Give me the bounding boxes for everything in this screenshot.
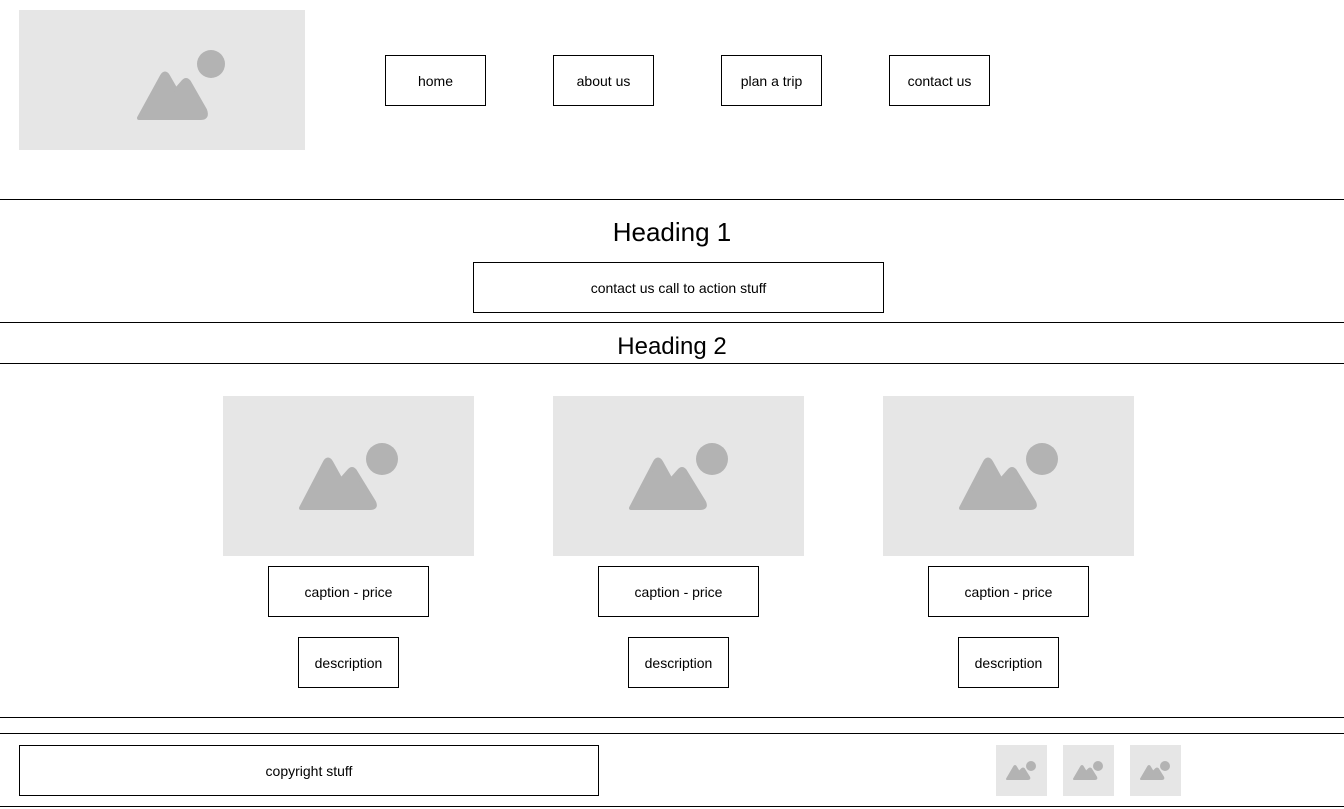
social-link-image[interactable]	[996, 745, 1047, 796]
product-image	[553, 396, 804, 556]
nav-home-button[interactable]: home	[385, 55, 486, 106]
image-placeholder-icon	[1006, 761, 1036, 780]
product-description: description	[628, 637, 729, 688]
heading-1: Heading 1	[612, 217, 732, 247]
product-caption: caption - price	[268, 566, 429, 617]
image-placeholder-icon	[1140, 761, 1170, 780]
product-description: description	[958, 637, 1059, 688]
nav-contact-us-button[interactable]: contact us	[889, 55, 990, 106]
cta-button[interactable]: contact us call to action stuff	[473, 262, 884, 313]
image-placeholder-icon	[629, 443, 728, 510]
image-placeholder-icon	[1073, 761, 1103, 780]
footer-bottom-divider	[0, 806, 1344, 807]
product-caption: caption - price	[598, 566, 759, 617]
header-divider	[0, 199, 1344, 200]
product-image	[223, 396, 474, 556]
copyright-text: copyright stuff	[19, 745, 599, 796]
social-link-image[interactable]	[1063, 745, 1114, 796]
heading-2: Heading 2	[617, 333, 727, 360]
heading-2-divider	[0, 363, 1344, 364]
image-placeholder-icon	[137, 50, 225, 120]
product-description: description	[298, 637, 399, 688]
social-link-image[interactable]	[1130, 745, 1181, 796]
image-placeholder-icon	[959, 443, 1058, 510]
products-divider	[0, 717, 1344, 718]
hero-divider	[0, 322, 1344, 323]
image-placeholder-icon	[299, 443, 398, 510]
footer-top-divider	[0, 733, 1344, 734]
product-caption: caption - price	[928, 566, 1089, 617]
nav-about-us-button[interactable]: about us	[553, 55, 654, 106]
product-image	[883, 396, 1134, 556]
nav-plan-a-trip-button[interactable]: plan a trip	[721, 55, 822, 106]
logo-image	[19, 10, 305, 150]
